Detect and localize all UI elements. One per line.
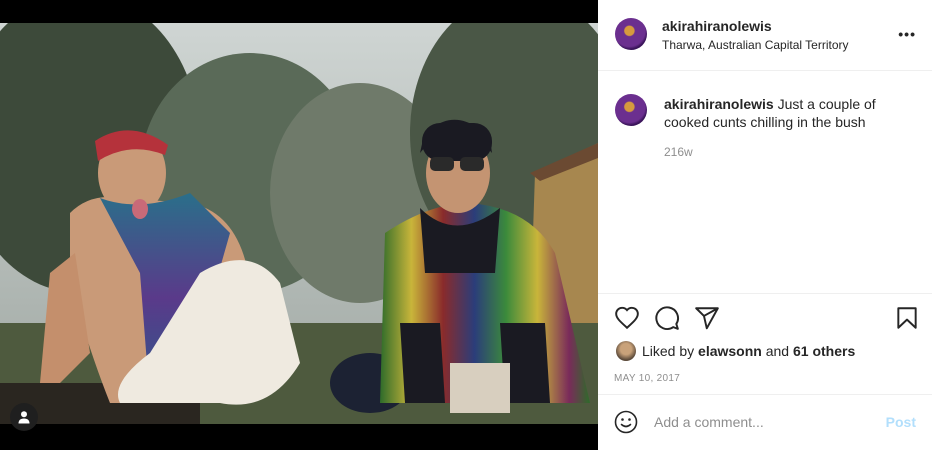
post-date[interactable]: MAY 10, 2017 (614, 373, 680, 384)
likes-connector: and (765, 343, 790, 359)
share-icon[interactable] (694, 305, 720, 331)
user-icon (18, 411, 30, 424)
post-header: akirahiranolewis Tharwa, Australian Capi… (598, 0, 932, 71)
liker-avatar[interactable] (616, 341, 636, 361)
header-username[interactable]: akirahiranolewis (662, 18, 772, 34)
likes-prefix: Liked by (642, 343, 695, 359)
header-location[interactable]: Tharwa, Australian Capital Territory (662, 38, 849, 52)
comment-input[interactable] (654, 411, 874, 433)
action-section: Liked by elawsonn and 61 others MAY 10, … (598, 293, 932, 450)
caption-avatar[interactable] (615, 94, 647, 126)
post-photo-pane (0, 0, 598, 450)
heart-icon[interactable] (614, 305, 640, 331)
caption: akirahiranolewis Just a couple of cooked… (664, 95, 914, 131)
likes-others[interactable]: 61 others (793, 343, 855, 359)
liker-username[interactable]: elawsonn (698, 343, 762, 359)
post-comment-button[interactable]: Post (886, 414, 916, 430)
comment-icon[interactable] (654, 305, 680, 331)
tagged-users-button[interactable] (10, 403, 38, 431)
more-horizontal-icon[interactable]: ••• (898, 26, 916, 42)
caption-username[interactable]: akirahiranolewis (664, 96, 774, 112)
post-photo[interactable] (0, 23, 598, 424)
bookmark-icon[interactable] (894, 305, 920, 331)
post-sidebar: akirahiranolewis Tharwa, Australian Capi… (598, 0, 932, 450)
caption-age[interactable]: 216w (664, 145, 693, 159)
comment-bar: Post (598, 394, 932, 450)
likes-summary: Liked by elawsonn and 61 others (616, 341, 855, 361)
avatar[interactable] (615, 18, 647, 50)
emoji-icon[interactable] (614, 410, 638, 434)
